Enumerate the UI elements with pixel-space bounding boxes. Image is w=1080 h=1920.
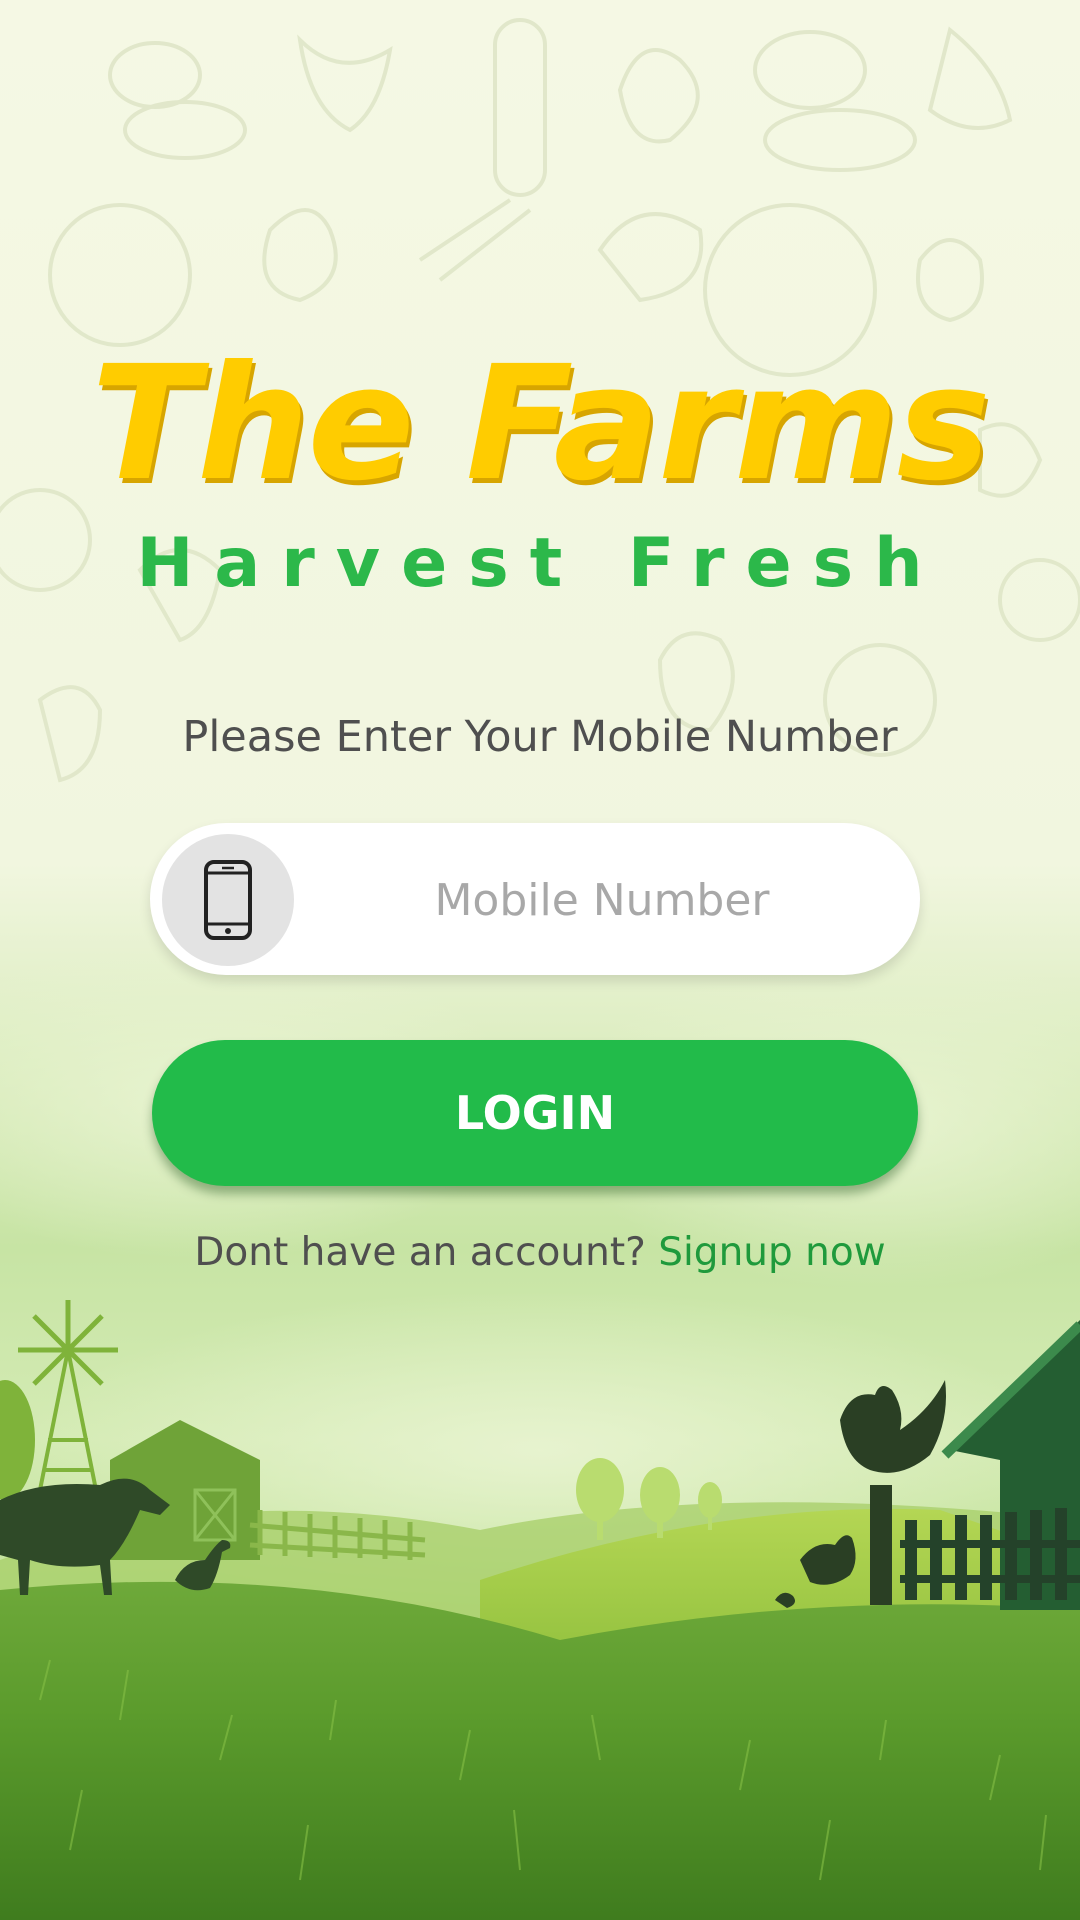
signup-prompt: Dont have an account? Signup now xyxy=(0,1230,1080,1275)
smartphone-icon xyxy=(162,834,294,966)
app-logo-title: The Farms xyxy=(91,332,990,516)
mobile-number-input[interactable] xyxy=(320,849,884,951)
signup-now-link[interactable]: Signup now xyxy=(658,1230,885,1275)
login-button[interactable]: LOGIN xyxy=(152,1040,918,1186)
app-logo-subtitle: Harvest Fresh xyxy=(136,524,944,603)
mobile-number-prompt: Please Enter Your Mobile Number xyxy=(182,712,898,762)
signup-question: Dont have an account? xyxy=(194,1230,659,1275)
mobile-number-field xyxy=(150,823,920,975)
